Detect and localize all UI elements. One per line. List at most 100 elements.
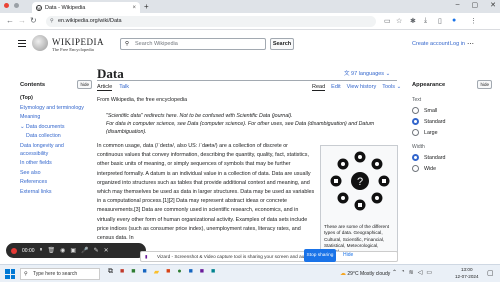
taskbar-clock[interactable]: 13:00 12-07-2024: [455, 267, 479, 280]
app-icon[interactable]: ■: [166, 268, 170, 276]
file-explorer-icon[interactable]: ▰: [154, 268, 159, 276]
search-button[interactable]: Search: [270, 38, 294, 50]
stop-sharing-button[interactable]: Stop sharing: [304, 249, 336, 262]
pause-icon[interactable]: ⏸: [40, 247, 43, 254]
site-info-icon[interactable]: ⚲: [50, 16, 54, 27]
maximize-button[interactable]: ▢: [472, 1, 479, 9]
toc-item-data-documents[interactable]: ⌄ Data documents: [20, 124, 92, 132]
volume-icon[interactable]: ◁: [418, 269, 423, 276]
network-icon[interactable]: ◔: [401, 269, 405, 276]
toc-item-other-fields[interactable]: In other fields: [20, 160, 92, 168]
width-option-wide-label: Wide: [424, 165, 437, 172]
cast-icon[interactable]: ▭: [384, 17, 391, 25]
more-options-icon[interactable]: ⋯: [467, 40, 474, 48]
toc-hide-button[interactable]: hide: [77, 80, 92, 89]
tab-edit[interactable]: Edit: [331, 84, 340, 91]
microphone-icon[interactable]: 🎤: [81, 247, 88, 254]
create-account-link[interactable]: Create account: [412, 41, 449, 47]
toc-item-references[interactable]: References: [20, 179, 92, 187]
width-option-wide[interactable]: Wide: [412, 165, 492, 172]
wifi-icon[interactable]: ≋: [409, 269, 414, 276]
browser-menu-icon[interactable]: ⋮: [470, 17, 477, 25]
toc-item-meaning[interactable]: Meaning: [20, 114, 92, 122]
wikipedia-globe-logo[interactable]: [32, 35, 48, 51]
toc-item-top[interactable]: (Top): [20, 95, 92, 103]
task-view-icon[interactable]: ⧉: [108, 268, 113, 276]
back-icon[interactable]: ←: [6, 16, 14, 25]
chevron-up-icon[interactable]: ⌃: [392, 269, 397, 276]
appearance-hide-button[interactable]: hide: [477, 80, 492, 89]
address-bar-row: ← → ↻ ⚲ en.wikipedia.org/wiki/Data ▭ ☆ ✱…: [0, 13, 500, 30]
tab-article[interactable]: Article: [97, 84, 113, 91]
tab-tools[interactable]: Tools ⌄: [382, 84, 401, 91]
taskbar-apps: ⧉ ■ ■ ■ ▰ ■ ● ■ ■ ■: [108, 268, 215, 276]
appearance-title: Appearance: [412, 81, 446, 88]
toc-title: Contents: [20, 81, 46, 88]
keyboard-language-icon[interactable]: ▭: [426, 269, 432, 276]
app-icon[interactable]: ■: [131, 268, 135, 276]
tab-read[interactable]: Read: [312, 84, 326, 91]
minimize-button[interactable]: –: [456, 1, 460, 9]
camera-icon[interactable]: ◉: [60, 247, 65, 254]
windows-start-icon[interactable]: [5, 269, 15, 279]
clock-date: 12-07-2024: [455, 273, 479, 279]
text-option-standard[interactable]: Standard: [412, 118, 492, 125]
hide-notification-button[interactable]: Hide: [343, 252, 353, 258]
close-window-button[interactable]: ✕: [490, 1, 496, 9]
forward-icon[interactable]: →: [18, 16, 26, 25]
bookmark-star-icon[interactable]: ☆: [396, 17, 402, 25]
notifications-icon[interactable]: ▢: [487, 269, 494, 277]
app-icon[interactable]: ■: [211, 268, 215, 276]
infobox-image: ? These are some of the different types …: [320, 145, 398, 257]
tab-close-icon[interactable]: ×: [132, 5, 136, 11]
language-selector[interactable]: 文 97 languages ⌄: [344, 69, 390, 77]
browser-tab-active[interactable]: W Data - Wikipedia ×: [32, 2, 140, 13]
data-types-diagram[interactable]: ?: [329, 150, 391, 212]
sidepanel-icon[interactable]: ▯: [438, 17, 442, 25]
login-link[interactable]: Log in: [450, 41, 465, 47]
text-option-large-label: Large: [424, 129, 438, 136]
tab-talk[interactable]: Talk: [119, 84, 129, 91]
app-icon[interactable]: ■: [189, 268, 193, 276]
taskbar-search-placeholder: Type here to search: [33, 271, 78, 277]
search-icon: ⚲: [24, 271, 28, 277]
pen-icon[interactable]: ✎: [94, 247, 99, 254]
toc-item-external-links[interactable]: External links: [20, 189, 92, 197]
app-icon[interactable]: ■: [200, 268, 204, 276]
app-icon[interactable]: ■: [120, 268, 124, 276]
screen-share-notification: ▮ Vizard - Screenshot & Video capture to…: [140, 251, 398, 262]
search-input[interactable]: ⚲ Search Wikipedia: [120, 38, 266, 50]
url-field[interactable]: ⚲ en.wikipedia.org/wiki/Data: [46, 16, 376, 27]
downloads-icon[interactable]: ⤓: [424, 17, 427, 25]
new-tab-button[interactable]: +: [144, 2, 149, 11]
app-icon[interactable]: ■: [142, 268, 146, 276]
title-divider: [97, 80, 397, 81]
extension-icon[interactable]: ✱: [410, 17, 416, 25]
toc-item-etymology[interactable]: Etymology and terminology: [20, 105, 92, 113]
toc-item-longevity[interactable]: Data longevity and accessibility: [20, 143, 92, 158]
text-option-small[interactable]: Small: [412, 107, 492, 114]
wikipedia-wordmark[interactable]: WIKIPEDIA: [52, 37, 104, 47]
hatnote-line-2: For data in computer science, see Data (…: [106, 121, 375, 135]
browser-tab-bar: W Data - Wikipedia × + – ▢ ✕: [0, 0, 500, 13]
wikipedia-favicon-icon: W: [36, 4, 42, 11]
reload-icon[interactable]: ↻: [30, 16, 37, 25]
wikipedia-tagline: The Free Encyclopedia: [52, 47, 94, 52]
taskbar-search-input[interactable]: ⚲ Type here to search: [20, 268, 100, 280]
radio-selected-icon: [412, 118, 419, 125]
toc-item-see-also[interactable]: See also: [20, 170, 92, 178]
width-option-standard[interactable]: Standard: [412, 154, 492, 161]
text-option-large[interactable]: Large: [412, 129, 492, 136]
toc-item-data-collection[interactable]: Data collection: [20, 133, 92, 141]
tab-view-history[interactable]: View history: [347, 84, 377, 91]
weather-widget[interactable]: ☁ 29°C Mostly cloudy: [340, 270, 390, 277]
profile-avatar-icon[interactable]: ●: [452, 17, 456, 24]
close-recorder-icon[interactable]: ✕: [104, 247, 109, 254]
view-tabs: Read Edit View history Tools ⌄: [312, 84, 401, 91]
chrome-icon[interactable]: ●: [177, 268, 181, 276]
delete-icon[interactable]: 🗑: [48, 247, 56, 254]
webcam-icon[interactable]: ▣: [70, 247, 76, 254]
main-menu-icon[interactable]: [18, 40, 26, 49]
table-of-contents: Contents hide (Top) Etymology and termin…: [20, 80, 92, 199]
record-stop-icon[interactable]: [11, 247, 17, 254]
